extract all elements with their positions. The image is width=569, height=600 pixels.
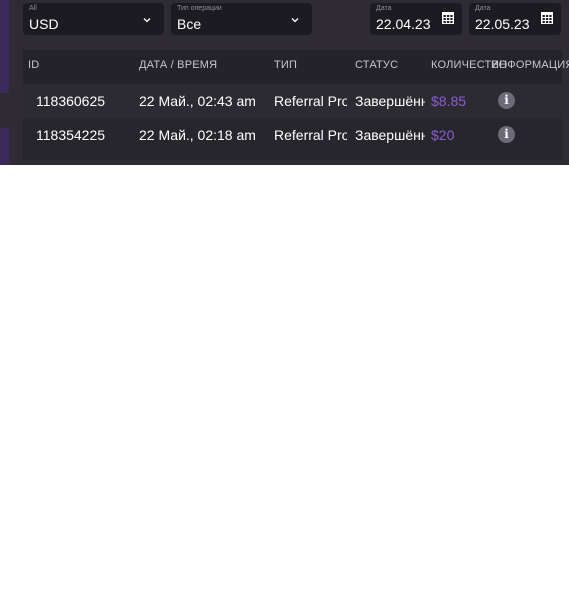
- cell-id: 118360625: [36, 93, 106, 109]
- side-decoration: [0, 0, 9, 93]
- operation-type-select-value: Все: [177, 16, 202, 32]
- calendar-icon[interactable]: [441, 11, 455, 25]
- column-header-id[interactable]: ID: [28, 59, 39, 71]
- table-row: 118360625 22 Май., 02:43 am Referral Pro…: [23, 84, 562, 118]
- cell-status: Завершённ...: [355, 127, 425, 143]
- chevron-down-icon: [143, 18, 151, 23]
- cell-status: Завершённ...: [355, 93, 425, 109]
- date-from-value: 22.04.23: [376, 16, 431, 32]
- table-row: 118354225 22 Май., 02:18 am Referral Pro…: [23, 118, 562, 152]
- cell-type: Referral Pro...: [274, 127, 347, 143]
- operation-type-select[interactable]: Тип операции Все: [171, 3, 312, 35]
- date-to-label: Дата: [475, 5, 491, 12]
- calendar-icon[interactable]: [540, 11, 554, 25]
- currency-select-value: USD: [29, 16, 59, 32]
- column-header-datetime[interactable]: ДАТА / ВРЕМЯ: [139, 59, 217, 71]
- date-from-label: Дата: [376, 5, 392, 12]
- column-header-status[interactable]: СТАТУС: [355, 59, 398, 71]
- side-decoration: [0, 128, 9, 165]
- cell-amount: $8.85: [431, 93, 467, 109]
- cell-id: 118354225: [36, 127, 106, 143]
- info-icon[interactable]: i: [498, 126, 515, 143]
- chevron-down-icon: [291, 18, 299, 23]
- date-to-field[interactable]: Дата 22.05.23: [469, 3, 561, 35]
- date-from-field[interactable]: Дата 22.04.23: [370, 3, 462, 35]
- transactions-panel: All USD Тип операции Все Дата 22.04.23 Д…: [0, 0, 569, 165]
- operation-type-select-label: Тип операции: [177, 5, 222, 12]
- cell-type: Referral Pro...: [274, 93, 347, 109]
- transactions-table: ID ДАТА / ВРЕМЯ ТИП СТАТУС КОЛИЧЕСТВО ИН…: [23, 50, 569, 160]
- date-to-value: 22.05.23: [475, 16, 530, 32]
- column-header-type[interactable]: ТИП: [274, 59, 297, 71]
- cell-datetime: 22 Май., 02:43 am: [139, 93, 256, 109]
- cell-amount: $20: [431, 127, 455, 143]
- info-icon[interactable]: i: [498, 92, 515, 109]
- cell-datetime: 22 Май., 02:18 am: [139, 127, 256, 143]
- currency-select-label: All: [29, 5, 37, 12]
- column-header-info[interactable]: ИНФОРМАЦИЯ: [491, 59, 569, 71]
- currency-select[interactable]: All USD: [23, 3, 164, 35]
- table-header: ID ДАТА / ВРЕМЯ ТИП СТАТУС КОЛИЧЕСТВО ИН…: [23, 50, 569, 82]
